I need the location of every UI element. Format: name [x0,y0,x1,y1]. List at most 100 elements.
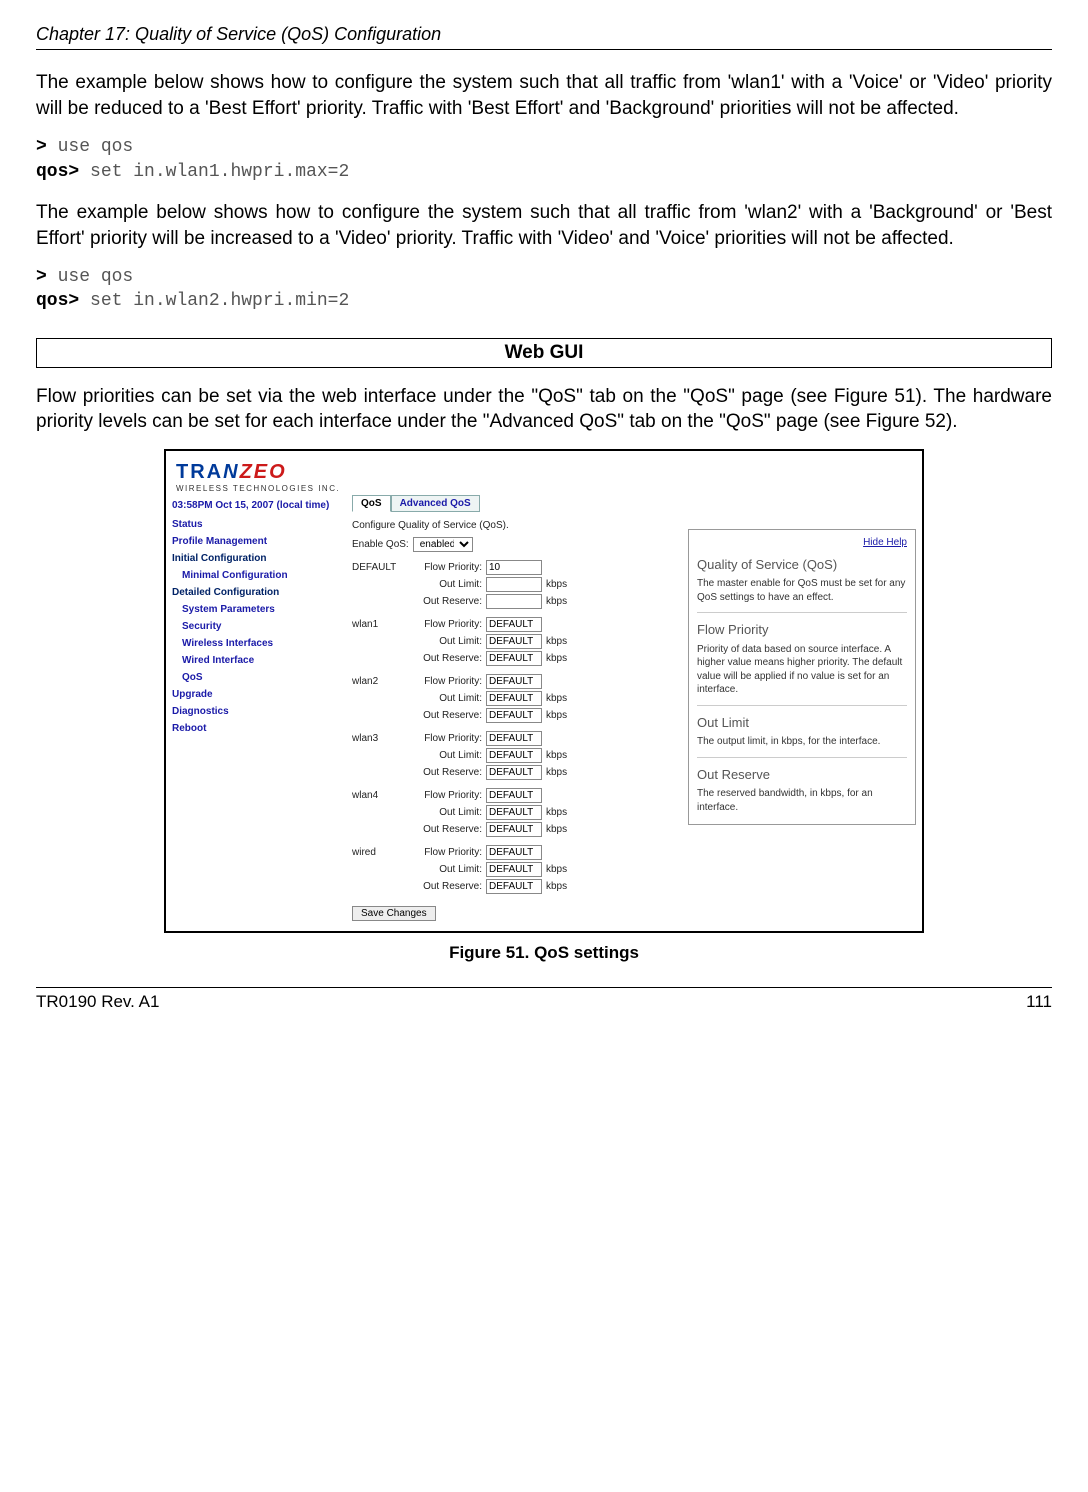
help-text-flow-priority: Priority of data based on source interfa… [697,643,907,697]
footer-doc-id: TR0190 Rev. A1 [36,992,159,1012]
nav-minimal-configuration[interactable]: Minimal Configuration [172,567,342,584]
flow-priority-label: Flow Priority: [398,676,486,687]
kbps-unit: kbps [542,596,567,607]
out-reserve-input[interactable] [486,879,542,894]
out-limit-label: Out Limit: [398,750,486,761]
out-limit-input[interactable] [486,634,542,649]
iface-name: wlan1 [352,619,398,630]
out-reserve-input[interactable] [486,708,542,723]
tranzeo-logo: TRANZEO [176,461,912,484]
iface-name: wlan3 [352,733,398,744]
kbps-unit: kbps [542,693,567,704]
figure-51-screenshot: TRANZEO WIRELESS TECHNOLOGIES INC. 03:58… [164,449,924,933]
help-panel: Hide Help Quality of Service (QoS) The m… [688,529,916,825]
logo-part: N [223,461,239,483]
paragraph-3: Flow priorities can be set via the web i… [36,384,1052,435]
out-limit-label: Out Limit: [398,693,486,704]
tab-advanced-qos[interactable]: Advanced QoS [391,495,480,512]
nav-detailed-configuration[interactable]: Detailed Configuration [172,584,342,601]
kbps-unit: kbps [542,710,567,721]
logo-part: ZEO [240,461,287,483]
flow-priority-input[interactable] [486,731,542,746]
save-changes-button[interactable]: Save Changes [352,906,436,921]
kbps-unit: kbps [542,824,567,835]
out-reserve-input[interactable] [486,651,542,666]
out-limit-input[interactable] [486,862,542,877]
help-title-qos: Quality of Service (QoS) [697,556,907,574]
out-reserve-label: Out Reserve: [398,824,486,835]
out-reserve-input[interactable] [486,822,542,837]
default-flow-priority-input[interactable] [486,560,542,575]
out-limit-input[interactable] [486,748,542,763]
nav-system-parameters[interactable]: System Parameters [172,601,342,618]
figure-caption: Figure 51. QoS settings [164,943,924,963]
out-limit-label: Out Limit: [398,579,486,590]
out-reserve-label: Out Reserve: [398,881,486,892]
iface-name-default: DEFAULT [352,562,398,573]
kbps-unit: kbps [542,864,567,875]
nav-profile-management[interactable]: Profile Management [172,533,342,550]
cli-command: set in.wlan2.hwpri.min=2 [90,291,349,311]
help-text-out-limit: The output limit, in kbps, for the inter… [697,735,907,749]
flow-priority-label: Flow Priority: [398,562,486,573]
default-out-reserve-input[interactable] [486,594,542,609]
nav-diagnostics[interactable]: Diagnostics [172,703,342,720]
kbps-unit: kbps [542,750,567,761]
flow-priority-input[interactable] [486,617,542,632]
cli-prompt: qos> [36,162,79,182]
footer-page-number: 111 [1026,992,1052,1012]
nav-sidebar: 03:58PM Oct 15, 2007 (local time) Status… [166,495,342,931]
kbps-unit: kbps [542,653,567,664]
code-block-2: > use qos qos> set in.wlan2.hwpri.min=2 [36,265,1052,314]
iface-name: wlan4 [352,790,398,801]
nav-qos[interactable]: QoS [172,669,342,686]
flow-priority-label: Flow Priority: [398,790,486,801]
out-reserve-label: Out Reserve: [398,710,486,721]
code-block-1: > use qos qos> set in.wlan1.hwpri.max=2 [36,135,1052,184]
cli-command: use qos [58,267,134,287]
out-limit-input[interactable] [486,805,542,820]
nav-reboot[interactable]: Reboot [172,720,342,737]
default-out-limit-input[interactable] [486,577,542,592]
help-title-out-reserve: Out Reserve [697,766,907,784]
nav-upgrade[interactable]: Upgrade [172,686,342,703]
out-limit-label: Out Limit: [398,864,486,875]
flow-priority-input[interactable] [486,674,542,689]
hide-help-link[interactable]: Hide Help [697,536,907,550]
nav-wireless-interfaces[interactable]: Wireless Interfaces [172,635,342,652]
cli-prompt: > [36,267,47,287]
nav-security[interactable]: Security [172,618,342,635]
section-heading-web-gui: Web GUI [36,338,1052,368]
paragraph-1: The example below shows how to configure… [36,70,1052,121]
kbps-unit: kbps [542,636,567,647]
out-reserve-input[interactable] [486,765,542,780]
content-area: QoS Advanced QoS Configure Quality of Se… [342,495,922,931]
cli-command: set in.wlan1.hwpri.max=2 [90,162,349,182]
iface-name: wlan2 [352,676,398,687]
timestamp: 03:58PM Oct 15, 2007 (local time) [172,497,342,516]
page-footer: TR0190 Rev. A1 111 [36,987,1052,1012]
out-limit-label: Out Limit: [398,807,486,818]
cli-prompt: > [36,137,47,157]
cli-prompt: qos> [36,291,79,311]
paragraph-2: The example below shows how to configure… [36,200,1052,251]
nav-wired-interface[interactable]: Wired Interface [172,652,342,669]
help-text-out-reserve: The reserved bandwidth, in kbps, for an … [697,787,907,814]
out-limit-input[interactable] [486,691,542,706]
chapter-header: Chapter 17: Quality of Service (QoS) Con… [36,24,1052,50]
out-reserve-label: Out Reserve: [398,767,486,778]
flow-priority-input[interactable] [486,845,542,860]
kbps-unit: kbps [542,579,567,590]
kbps-unit: kbps [542,881,567,892]
tab-qos[interactable]: QoS [352,495,391,512]
iface-name: wired [352,847,398,858]
kbps-unit: kbps [542,767,567,778]
out-limit-label: Out Limit: [398,636,486,647]
nav-initial-configuration[interactable]: Initial Configuration [172,550,342,567]
flow-priority-input[interactable] [486,788,542,803]
enable-qos-select[interactable]: enabled [413,537,473,552]
nav-status[interactable]: Status [172,516,342,533]
logo-part: TRA [176,461,223,483]
out-reserve-label: Out Reserve: [398,653,486,664]
logo-subtitle: WIRELESS TECHNOLOGIES INC. [176,484,912,493]
